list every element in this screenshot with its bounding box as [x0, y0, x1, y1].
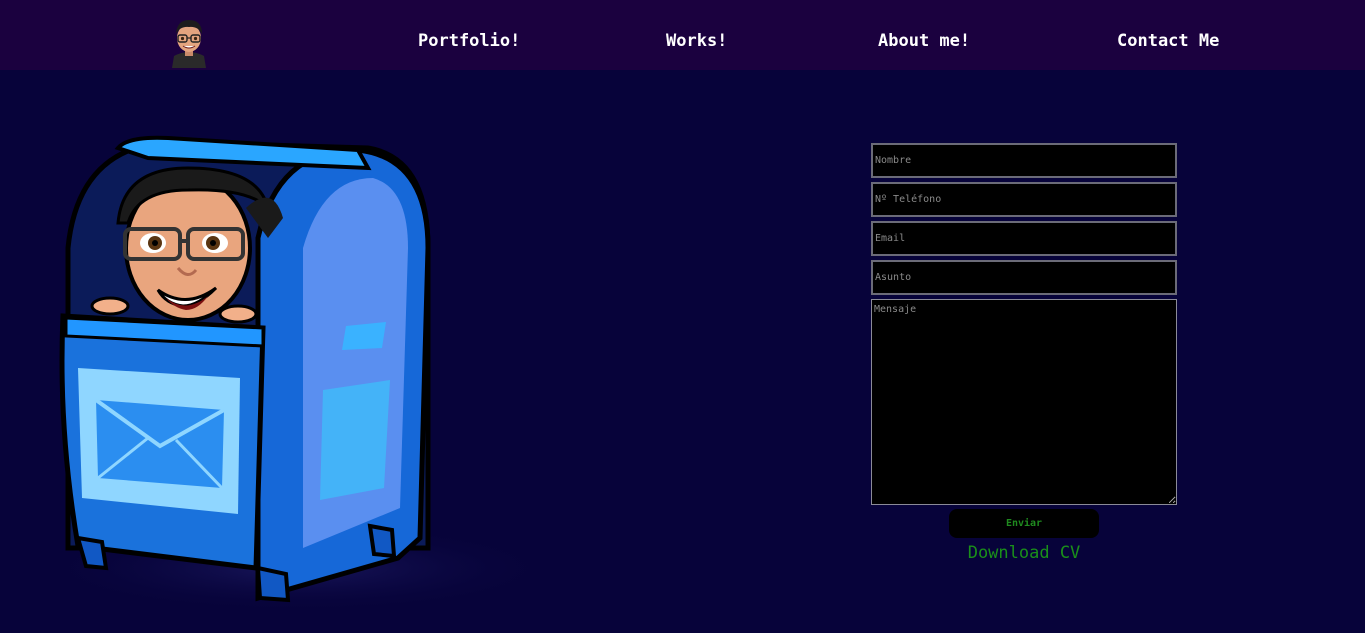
- contact-form: [871, 143, 1177, 509]
- subject-field[interactable]: [871, 260, 1177, 295]
- nav-link-works[interactable]: Works!: [666, 31, 727, 51]
- navbar: Portfolio! Works! About me! Contact Me: [0, 0, 1365, 70]
- mailbox-illustration: [38, 135, 558, 610]
- message-field[interactable]: [871, 299, 1177, 505]
- nav-link-about[interactable]: About me!: [878, 31, 970, 51]
- download-cv-link[interactable]: Download CV: [949, 543, 1099, 563]
- nav-link-portfolio[interactable]: Portfolio!: [418, 31, 520, 51]
- email-field[interactable]: [871, 221, 1177, 256]
- nav-link-contact[interactable]: Contact Me: [1117, 31, 1219, 51]
- send-button[interactable]: Enviar: [949, 509, 1099, 538]
- avatar-icon[interactable]: [168, 16, 210, 68]
- name-field[interactable]: [871, 143, 1177, 178]
- phone-field[interactable]: [871, 182, 1177, 217]
